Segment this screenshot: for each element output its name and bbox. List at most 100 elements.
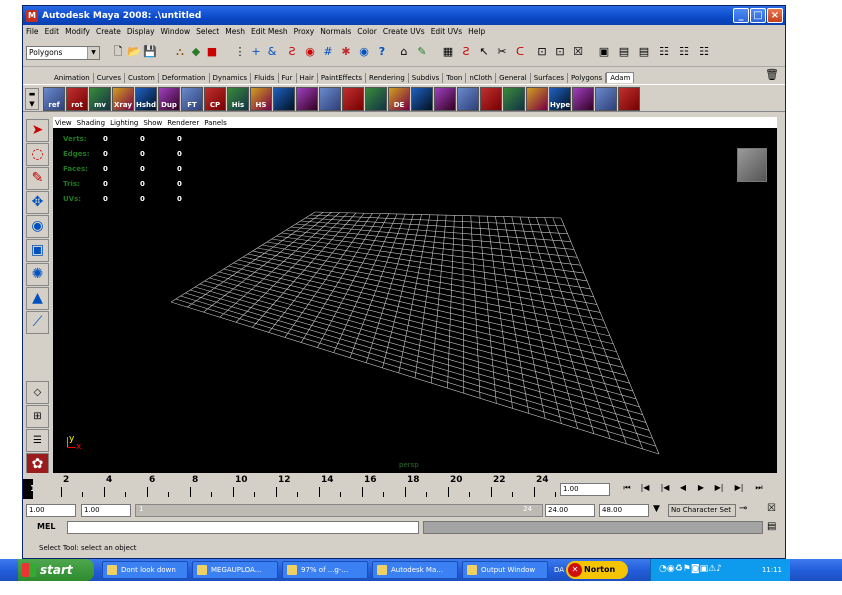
shelf-tab[interactable]: Subdivs xyxy=(408,73,444,83)
taskbar-task[interactable]: MEGAUPLOA... xyxy=(192,561,278,579)
trash-icon[interactable]: 🗑 xyxy=(765,68,779,81)
viewport-menu-item[interactable]: Show xyxy=(143,119,162,127)
start-button[interactable]: start xyxy=(18,559,94,581)
shelf-button[interactable] xyxy=(595,87,617,111)
shelf-tab[interactable]: Animation xyxy=(51,73,94,83)
shelf-tab[interactable]: Rendering xyxy=(366,73,409,83)
shelf-tab[interactable]: Toon xyxy=(443,73,467,83)
perspective-viewport[interactable]: Verts: 0 0 0 Edges: 0 0 0 Faces: 0 0 0 Tris: 0 0 0 UVs: 0… xyxy=(53,128,777,473)
shelf-tab[interactable]: Hair xyxy=(296,73,318,83)
select-hierarchy-icon[interactable]: ⛬ xyxy=(173,45,187,59)
layout-icon[interactable]: ⊡ xyxy=(535,45,549,59)
menu-item[interactable]: Display xyxy=(127,27,155,36)
step-back-frame-icon[interactable]: |◀ xyxy=(657,481,673,495)
snap-view-icon[interactable]: Ƨ xyxy=(285,45,299,59)
new-scene-icon[interactable]: 🗋 xyxy=(111,45,125,59)
batch-render-icon[interactable]: ▤ xyxy=(637,45,651,59)
shelf-tab[interactable]: nCloth xyxy=(466,73,497,83)
viewport-menu-item[interactable]: View xyxy=(55,119,72,127)
input-line-icon[interactable]: ▦ xyxy=(441,45,455,59)
render-view-icon[interactable]: ▣ xyxy=(597,45,611,59)
viewport-menu-item[interactable]: Shading xyxy=(77,119,105,127)
mel-label[interactable]: MEL xyxy=(37,522,56,531)
shelf-button[interactable]: Dup xyxy=(158,87,180,111)
range-slider[interactable]: 1 24 xyxy=(135,504,543,517)
menu-item[interactable]: File xyxy=(26,27,39,36)
taskbar-task[interactable]: Output Window xyxy=(462,561,548,579)
shelf-tab[interactable]: Adam xyxy=(606,72,635,83)
step-back-key-icon[interactable]: |◀ xyxy=(637,481,653,495)
lasso-tool-icon[interactable]: ◌ xyxy=(26,143,49,166)
close-button[interactable]: × xyxy=(767,8,783,23)
shelf-button[interactable] xyxy=(434,87,456,111)
menu-item[interactable]: Edit xyxy=(45,27,60,36)
shelf-tab[interactable]: Fur xyxy=(278,73,297,83)
shelf-button[interactable] xyxy=(618,87,640,111)
auto-key-icon[interactable]: ⊸ xyxy=(739,503,747,514)
chevron-down-icon[interactable]: ▼ xyxy=(653,504,660,514)
maximize-button[interactable]: □ xyxy=(750,8,766,23)
shelf-button[interactable]: DE xyxy=(388,87,410,111)
taskbar-task[interactable]: 97% of ...g-... xyxy=(282,561,368,579)
scale-tool-icon[interactable]: ▣ xyxy=(26,239,49,262)
snap-point-icon[interactable]: & xyxy=(265,45,279,59)
soft-mod-tool-icon[interactable]: ▲ xyxy=(26,287,49,310)
select-tool-icon[interactable]: ➤ xyxy=(26,119,49,142)
taskbar-task[interactable]: Autodesk Ma... xyxy=(372,561,458,579)
tray-icons[interactable]: ◔◉♻⚑◙▣⚠♪ xyxy=(659,564,722,574)
snap-curve-icon[interactable]: + xyxy=(249,45,263,59)
step-forward-key-icon[interactable]: ▶| xyxy=(731,481,747,495)
shelf-tab[interactable]: Dynamics xyxy=(209,73,252,83)
character-set-field[interactable]: No Character Set xyxy=(668,504,736,517)
shelf-tab[interactable]: Polygons xyxy=(568,73,607,83)
shelf-tab[interactable]: Curves xyxy=(93,73,125,83)
open-scene-icon[interactable]: 📂 xyxy=(127,45,141,59)
shelf-button[interactable] xyxy=(526,87,548,111)
shelf-tab[interactable]: Surfaces xyxy=(530,73,569,83)
save-scene-icon[interactable]: 💾 xyxy=(143,45,157,59)
show-manip-icon[interactable]: ⟋ xyxy=(26,311,49,334)
universal-manip-icon[interactable]: ✺ xyxy=(26,263,49,286)
playback-end-field[interactable]: 24.00 xyxy=(545,504,595,517)
shelf-button[interactable] xyxy=(572,87,594,111)
shelf-tab[interactable]: Fluids xyxy=(251,73,279,83)
magnet-icon[interactable]: ᑕ xyxy=(513,45,527,59)
render-icon[interactable]: ✱ xyxy=(339,45,353,59)
shelf-button[interactable] xyxy=(342,87,364,111)
shelf-button[interactable] xyxy=(365,87,387,111)
shelf-button[interactable]: mv xyxy=(89,87,111,111)
select-component-icon[interactable]: ■ xyxy=(205,45,219,59)
shelf-button[interactable]: ref xyxy=(43,87,65,111)
select-object-icon[interactable]: ◆ xyxy=(189,45,203,59)
shelf-button[interactable]: Hshd xyxy=(135,87,157,111)
mel-command-input[interactable] xyxy=(67,521,419,534)
menu-item[interactable]: Select xyxy=(196,27,219,36)
shelf-button[interactable]: FT xyxy=(181,87,203,111)
shelf-button[interactable] xyxy=(296,87,318,111)
hypershade-icon[interactable]: ✎ xyxy=(415,45,429,59)
viewport-menu-item[interactable]: Lighting xyxy=(110,119,138,127)
norton-badge[interactable]: ✕ Norton xyxy=(566,561,628,579)
shelf-tab[interactable]: Deformation xyxy=(158,73,210,83)
viewport-menu-item[interactable]: Panels xyxy=(204,119,227,127)
list-toggle-2-icon[interactable]: ☷ xyxy=(677,45,691,59)
minimize-button[interactable]: _ xyxy=(733,8,749,23)
menu-item[interactable]: Modify xyxy=(65,27,90,36)
step-forward-frame-icon[interactable]: ▶| xyxy=(711,481,727,495)
play-backward-icon[interactable]: ◀ xyxy=(675,481,691,495)
animation-prefs-icon[interactable]: ☒ xyxy=(767,503,776,514)
playback-start-field[interactable]: 1.00 xyxy=(81,504,131,517)
play-forward-icon[interactable]: ▶ xyxy=(693,481,709,495)
outliner-icon[interactable]: ☒ xyxy=(571,45,585,59)
menu-item[interactable]: Normals xyxy=(320,27,351,36)
shelf-button[interactable]: HS xyxy=(250,87,272,111)
view-cube[interactable] xyxy=(737,148,767,182)
tool-settings-icon[interactable]: ✂ xyxy=(495,45,509,59)
shelf-button[interactable] xyxy=(273,87,295,111)
image-plane-icon[interactable]: ▤ xyxy=(617,45,631,59)
snap-grid-icon[interactable]: ⋮ xyxy=(233,45,247,59)
shelf-button[interactable] xyxy=(319,87,341,111)
viewport-menu-item[interactable]: Renderer xyxy=(167,119,199,127)
shelf-button[interactable]: His xyxy=(227,87,249,111)
goto-start-icon[interactable]: ⏮ xyxy=(619,481,635,495)
